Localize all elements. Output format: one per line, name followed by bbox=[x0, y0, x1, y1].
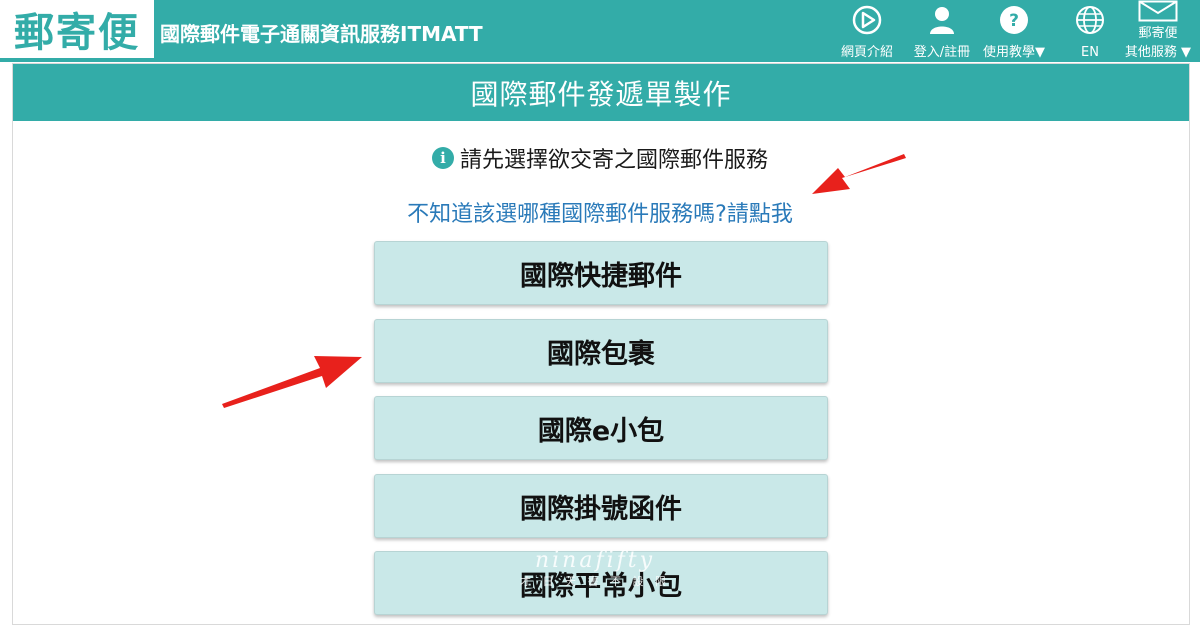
service-button-ordinary-small-packet[interactable]: 國際平常小包 bbox=[374, 551, 828, 615]
instruction-row: i 請先選擇欲交寄之國際郵件服務 bbox=[0, 142, 1200, 174]
service-help-link[interactable]: 不知道該選哪種國際郵件服務嗎?請點我 bbox=[0, 196, 1200, 228]
instruction-text: 請先選擇欲交寄之國際郵件服務 bbox=[459, 148, 768, 173]
site-title: 國際郵件電子通關資訊服務ITMATT bbox=[160, 22, 483, 46]
svg-text:?: ? bbox=[1009, 11, 1019, 31]
nav-other-services[interactable]: 郵寄便 其他服務 ▼ bbox=[1122, 0, 1194, 60]
nav-tutorial-menu[interactable]: ? 使用教學▼ bbox=[980, 4, 1048, 60]
question-icon: ? bbox=[1000, 6, 1028, 34]
logo-text: 郵寄便 bbox=[14, 10, 140, 56]
nav-login-register[interactable]: 登入/註冊 bbox=[910, 4, 974, 60]
globe-icon bbox=[1076, 6, 1104, 34]
nav-label: EN bbox=[1081, 45, 1099, 60]
mail-icon bbox=[1138, 0, 1178, 22]
play-circle-icon bbox=[852, 5, 882, 35]
nav-site-intro[interactable]: 網頁介紹 bbox=[838, 4, 896, 60]
top-bar: 郵寄便 國際郵件電子通關資訊服務ITMATT 網頁介紹 登入/註冊 ? 使用教學… bbox=[0, 0, 1200, 62]
nav-label: 使用教學▼ bbox=[983, 45, 1045, 60]
user-icon bbox=[930, 7, 954, 34]
service-button-parcel[interactable]: 國際包裹 bbox=[374, 319, 828, 383]
info-icon: i bbox=[431, 147, 454, 169]
service-button-registered-letter[interactable]: 國際掛號函件 bbox=[374, 474, 828, 538]
page-title: 國際郵件發遞單製作 bbox=[13, 64, 1189, 121]
nav-label: 郵寄便 bbox=[1138, 26, 1178, 41]
nav-label: 網頁介紹 bbox=[840, 45, 893, 60]
logo[interactable]: 郵寄便 bbox=[0, 0, 154, 58]
service-button-express-mail[interactable]: 國際快捷郵件 bbox=[374, 241, 828, 305]
nav-language-en[interactable]: EN bbox=[1070, 4, 1110, 60]
nav-sublabel: 其他服務 ▼ bbox=[1124, 45, 1192, 60]
nav-label: 登入/註冊 bbox=[913, 45, 971, 60]
service-button-e-packet[interactable]: 國際e小包 bbox=[374, 396, 828, 460]
